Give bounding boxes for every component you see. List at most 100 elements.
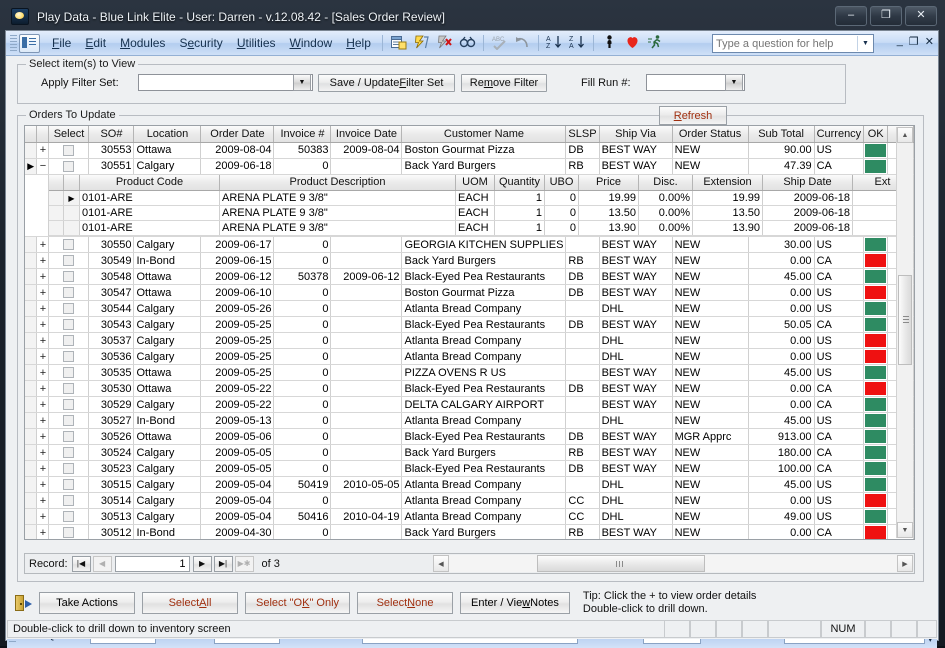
detail-cell-quantity[interactable]: 1 xyxy=(494,190,545,206)
cell-order-status[interactable]: NEW xyxy=(672,348,749,365)
cell-slsp[interactable] xyxy=(565,236,600,253)
column-header-currency[interactable]: Currency xyxy=(814,126,865,143)
cell-slsp[interactable]: CC xyxy=(565,508,600,525)
cell-invoice-number[interactable]: 0 xyxy=(273,524,332,539)
checkbox-icon[interactable] xyxy=(63,527,75,539)
cell-ok-status-swatch[interactable] xyxy=(863,158,889,175)
cell-customer-name[interactable]: Atlanta Bread Company xyxy=(401,348,567,365)
cell-customer-name[interactable]: GEORGIA KITCHEN SUPPLIES xyxy=(401,236,567,253)
cell-so-number[interactable]: 30530 xyxy=(88,380,135,397)
checkbox-icon[interactable] xyxy=(63,287,75,299)
cell-currency[interactable]: US xyxy=(814,300,865,317)
lightning-icon[interactable] xyxy=(411,34,432,52)
cell-order-date[interactable]: 2009-05-22 xyxy=(200,380,275,397)
cell-currency[interactable]: US xyxy=(814,412,865,429)
cell-so-number[interactable]: 30547 xyxy=(88,284,135,301)
detail-column-header-uom[interactable]: UOM xyxy=(455,174,495,191)
cell-slsp[interactable]: DB xyxy=(565,142,600,159)
detail-cell-extension[interactable]: 13.50 xyxy=(692,205,763,221)
cell-ship-via[interactable]: DHL xyxy=(599,476,673,493)
cell-order-status[interactable]: NEW xyxy=(672,380,749,397)
cell-customer-name[interactable]: Atlanta Bread Company xyxy=(401,476,567,493)
cell-currency[interactable]: US xyxy=(814,142,865,159)
cell-sub-total[interactable]: 50.05 xyxy=(748,316,815,333)
row-select-checkbox[interactable] xyxy=(48,252,90,269)
checkbox-icon[interactable] xyxy=(63,255,75,267)
cell-location[interactable]: Ottawa xyxy=(133,380,202,397)
cell-location[interactable]: Calgary xyxy=(133,316,202,333)
grid-horizontal-scrollbar[interactable]: ◀ ▶ xyxy=(433,555,913,572)
row-select-checkbox[interactable] xyxy=(48,380,90,397)
cell-so-number[interactable]: 30526 xyxy=(88,428,135,445)
cell-ship-via[interactable]: BEST WAY xyxy=(599,460,673,477)
previous-record-button[interactable]: ◀ xyxy=(92,555,112,572)
checkbox-icon[interactable] xyxy=(63,303,75,315)
current-record-input[interactable]: 1 xyxy=(114,555,190,572)
cell-invoice-number[interactable]: 0 xyxy=(273,348,332,365)
table-row[interactable]: +30512 In-Bond 2009-04-30 0 Back Yard Burger… xyxy=(25,524,914,539)
cell-ship-via[interactable]: BEST WAY xyxy=(599,158,673,175)
checkbox-icon[interactable] xyxy=(63,447,75,459)
row-expander-toggle[interactable]: + xyxy=(36,444,50,461)
cell-so-number[interactable]: 30543 xyxy=(88,316,135,333)
cell-slsp[interactable]: DB xyxy=(565,316,600,333)
detail-cell-ubo[interactable]: 0 xyxy=(544,220,579,236)
cell-ship-via[interactable]: DHL xyxy=(599,412,673,429)
cell-sub-total[interactable]: 0.00 xyxy=(748,524,815,539)
row-select-checkbox[interactable] xyxy=(48,300,90,317)
cell-ok-status-swatch[interactable] xyxy=(863,460,889,477)
row-expander-toggle[interactable]: + xyxy=(36,300,50,317)
fill-run-combo[interactable]: ▼ xyxy=(646,74,745,91)
chevron-down-icon[interactable]: ▼ xyxy=(293,74,311,91)
select-all-button[interactable]: Select All xyxy=(142,592,238,614)
table-row[interactable]: +30527 In-Bond 2009-05-13 0 Atlanta Bread Co… xyxy=(25,412,914,429)
cell-order-status[interactable]: NEW xyxy=(672,236,749,253)
cell-order-date[interactable]: 2009-05-25 xyxy=(200,348,275,365)
cell-sub-total[interactable]: 100.00 xyxy=(748,460,815,477)
cell-invoice-date[interactable] xyxy=(330,428,403,445)
menu-item-file[interactable]: FFileile xyxy=(45,34,78,52)
cell-slsp[interactable]: DB xyxy=(565,428,600,445)
cell-invoice-number[interactable]: 0 xyxy=(273,380,332,397)
cell-customer-name[interactable]: Boston Gourmat Pizza xyxy=(401,142,567,159)
cell-order-status[interactable]: NEW xyxy=(672,142,749,159)
mdi-minimize-button[interactable]: _ xyxy=(897,35,903,48)
table-row[interactable]: +30550 Calgary 2009-06-17 0 GEORGIA KITCHEN … xyxy=(25,236,914,253)
cell-invoice-date[interactable] xyxy=(330,236,403,253)
cell-location[interactable]: Calgary xyxy=(133,460,202,477)
cell-sub-total[interactable]: 45.00 xyxy=(748,268,815,285)
person-icon[interactable] xyxy=(599,34,620,52)
cell-location[interactable]: Ottawa xyxy=(133,268,202,285)
cell-sub-total[interactable]: 0.00 xyxy=(748,284,815,301)
cell-so-number[interactable]: 30536 xyxy=(88,348,135,365)
cell-slsp[interactable]: DB xyxy=(565,460,600,477)
row-expander-toggle[interactable]: + xyxy=(36,364,50,381)
cell-ship-via[interactable]: BEST WAY xyxy=(599,444,673,461)
column-header-location[interactable]: Location xyxy=(133,126,202,143)
cell-currency[interactable]: CA xyxy=(814,316,865,333)
row-select-checkbox[interactable] xyxy=(48,236,90,253)
cell-invoice-date[interactable]: 2009-06-12 xyxy=(330,268,403,285)
column-header-sub-total[interactable]: Sub Total xyxy=(748,126,815,143)
spellcheck-icon[interactable]: ABC xyxy=(489,34,510,52)
cell-slsp[interactable]: RB xyxy=(565,252,600,269)
cell-sub-total[interactable]: 49.00 xyxy=(748,508,815,525)
cell-location[interactable]: Calgary xyxy=(133,508,202,525)
row-expander-toggle[interactable]: + xyxy=(36,412,50,429)
cell-ok-status-swatch[interactable] xyxy=(863,316,889,333)
column-header-so[interactable]: SO# xyxy=(88,126,135,143)
column-header-slsp[interactable]: SLSP xyxy=(565,126,600,143)
cell-slsp[interactable]: RB xyxy=(565,444,600,461)
cell-slsp[interactable] xyxy=(565,412,600,429)
table-row[interactable]: +30523 Calgary 2009-05-05 0 Black-Eyed Pea R… xyxy=(25,460,914,477)
detail-cell-ubo[interactable]: 0 xyxy=(544,205,579,221)
cell-location[interactable]: Calgary xyxy=(133,492,202,509)
table-row[interactable]: +30536 Calgary 2009-05-25 0 Atlanta Bread Co… xyxy=(25,348,914,365)
cell-order-date[interactable]: 2009-05-04 xyxy=(200,492,275,509)
cell-currency[interactable]: US xyxy=(814,476,865,493)
column-header-ok[interactable]: OK xyxy=(863,126,889,143)
row-select-checkbox[interactable] xyxy=(48,444,90,461)
cell-location[interactable]: Calgary xyxy=(133,396,202,413)
status-resize-grip[interactable] xyxy=(917,620,937,638)
save-update-filter-set-button[interactable]: Save / Update Filter Set xyxy=(318,74,455,92)
